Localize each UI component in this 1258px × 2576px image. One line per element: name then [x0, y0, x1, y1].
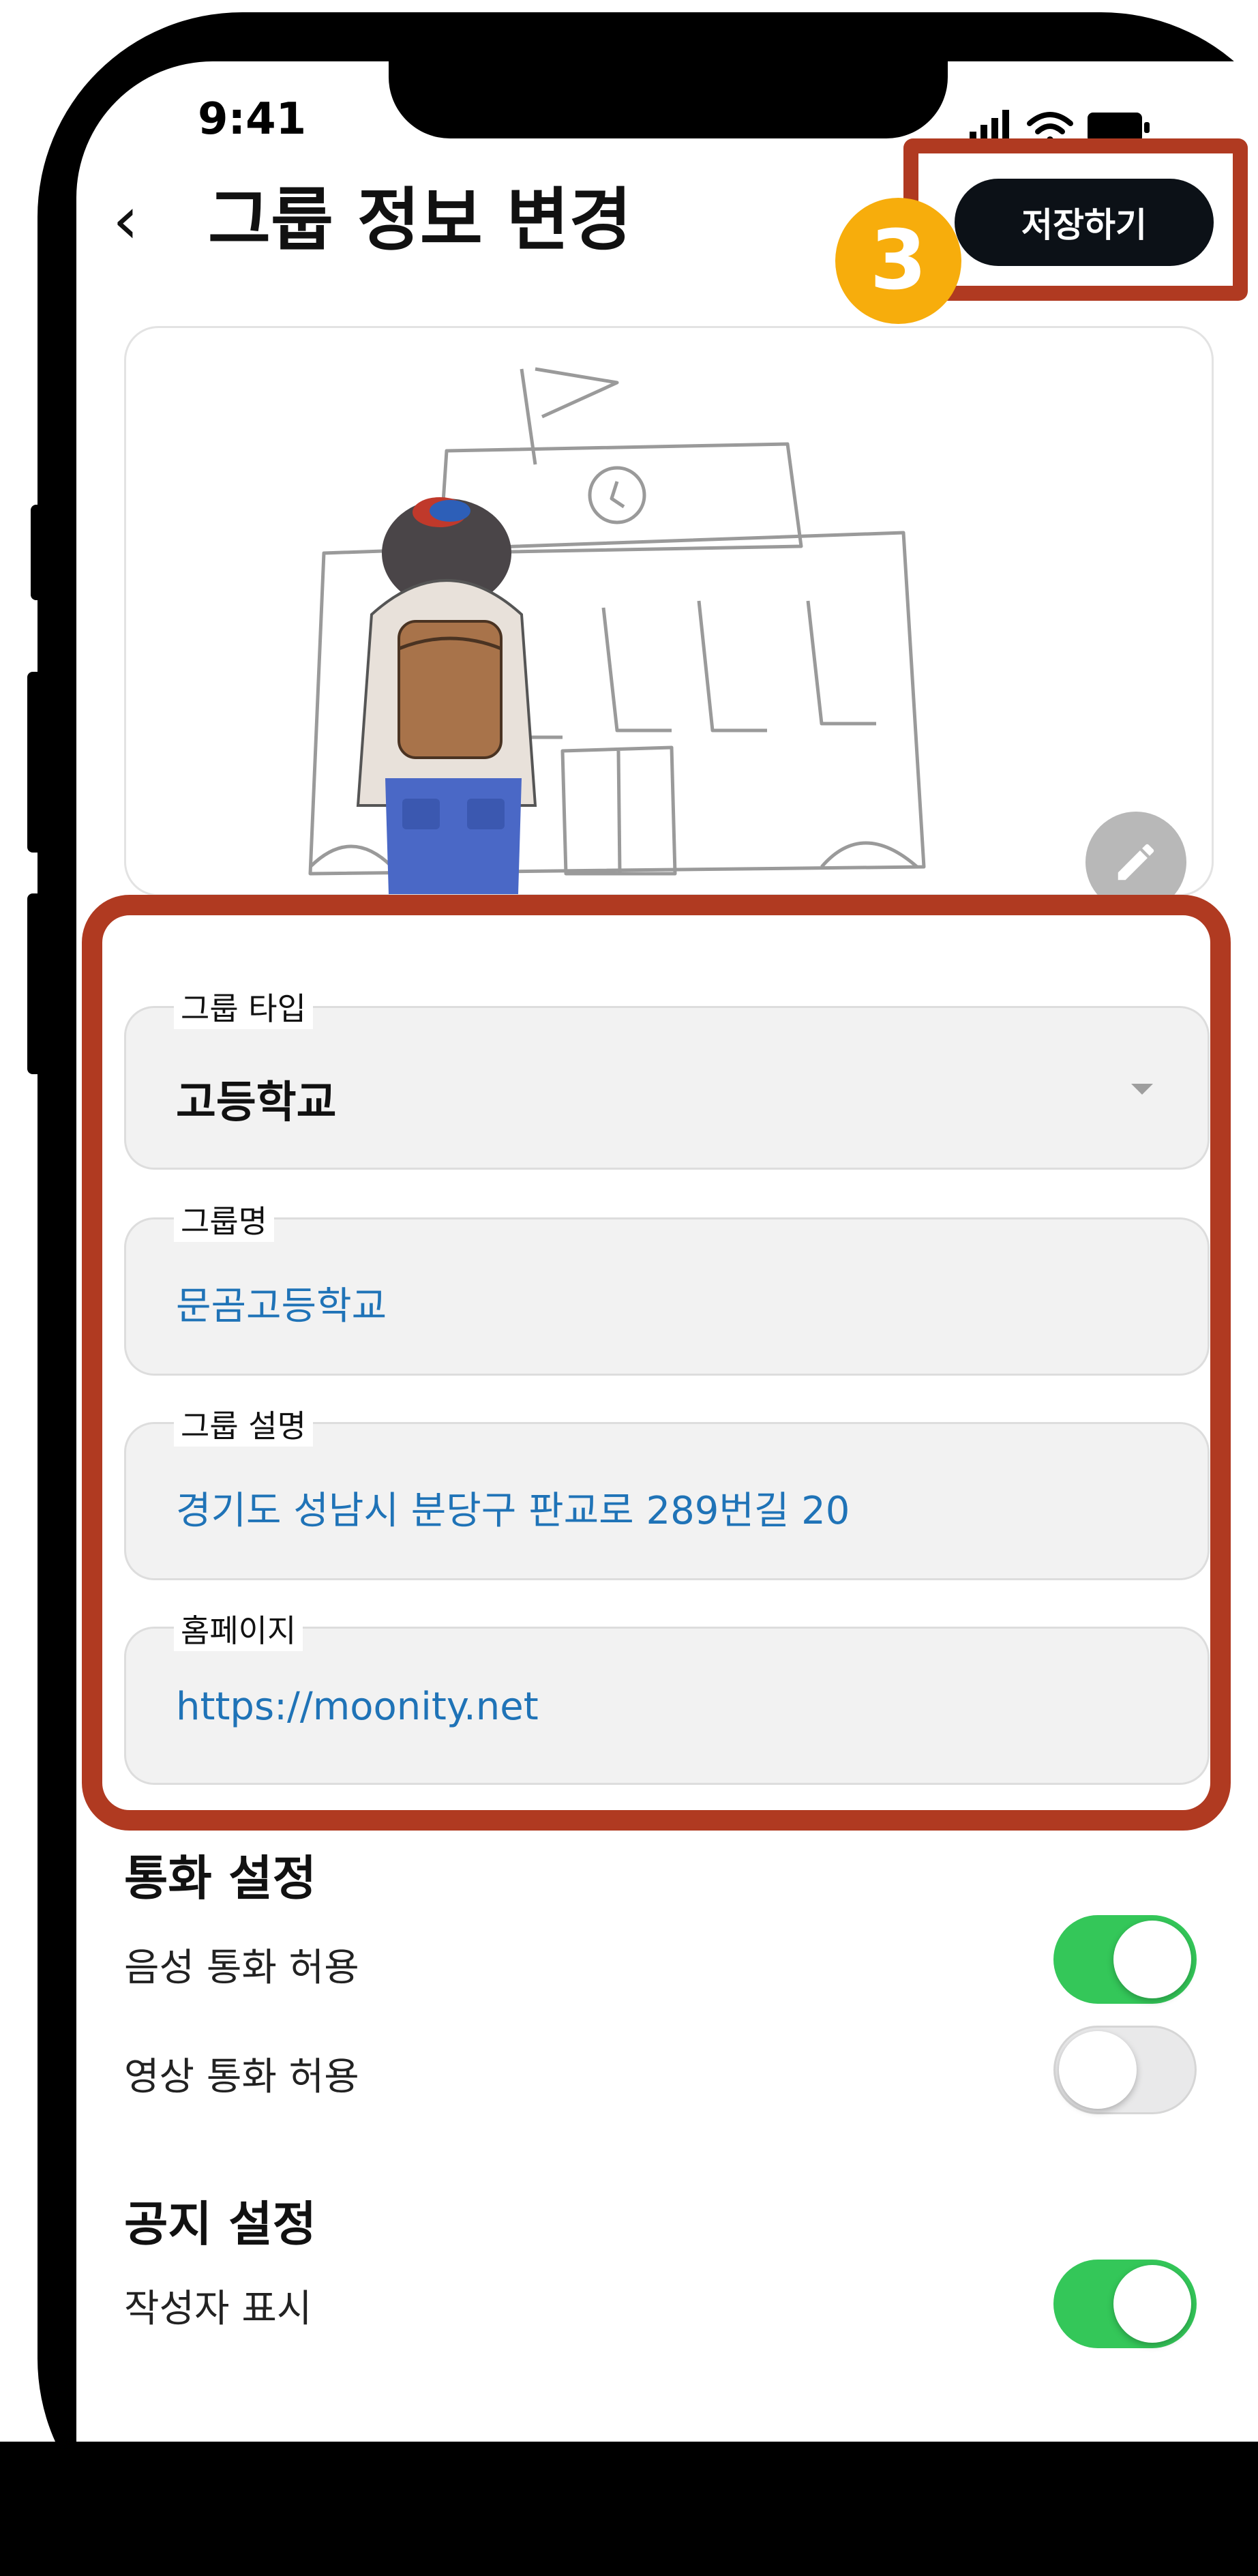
step-badge: 3	[835, 198, 961, 324]
voice-call-toggle[interactable]	[1053, 1915, 1197, 2004]
voice-call-label: 음성 통화 허용	[124, 1946, 359, 1990]
chevron-left-icon: ‹	[113, 182, 139, 258]
volume-down-button	[27, 893, 51, 1074]
notice-settings-title: 공지 설정	[124, 2196, 316, 2252]
author-display-toggle[interactable]	[1053, 2260, 1197, 2348]
video-call-toggle[interactable]	[1053, 2026, 1197, 2114]
author-display-label: 작성자 표시	[124, 2287, 312, 2331]
video-call-label: 영상 통화 허용	[124, 2055, 359, 2099]
phone-notch	[389, 12, 948, 138]
toggle-knob	[1113, 2265, 1191, 2343]
phone-bottom-bezel	[0, 2442, 1258, 2576]
toggle-knob	[1059, 2031, 1137, 2109]
status-time: 9:41	[198, 94, 307, 145]
mute-switch	[31, 505, 51, 600]
form-highlight-box	[82, 895, 1231, 1831]
back-button[interactable]: ‹	[113, 188, 138, 253]
group-image[interactable]	[124, 326, 1214, 896]
school-illustration	[228, 328, 1115, 894]
page-title: 그룹 정보 변경	[208, 180, 632, 260]
call-settings-title: 통화 설정	[124, 1850, 316, 1906]
toggle-knob	[1113, 1921, 1191, 1998]
pencil-icon	[1118, 844, 1154, 880]
volume-up-button	[27, 672, 51, 853]
